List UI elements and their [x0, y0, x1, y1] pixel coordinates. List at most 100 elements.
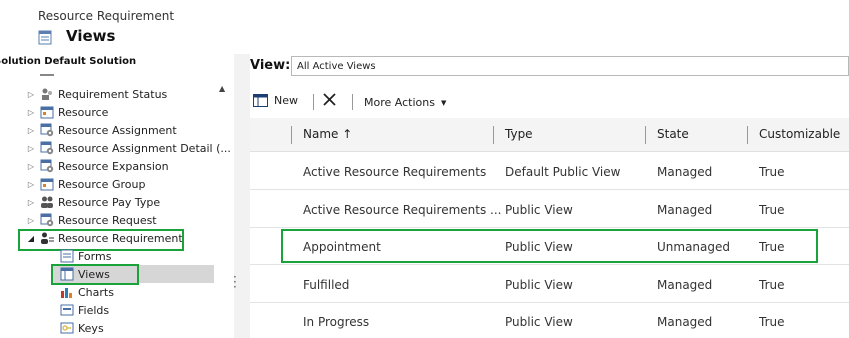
grid-header: Name ↑ Type State Customizable	[250, 118, 849, 152]
form-icon	[60, 249, 74, 263]
pane-splitter[interactable]	[234, 54, 250, 338]
tree-child-label: Keys	[78, 321, 104, 335]
table-row[interactable]: Active Resource Requirements ... Public V…	[250, 190, 849, 228]
tree-item-label: Resource Assignment	[58, 123, 177, 137]
chevron-down-icon: ▼	[440, 98, 447, 107]
view-label: View:	[250, 58, 291, 73]
column-header-name[interactable]: Name ↑	[303, 127, 352, 141]
entity-gear-icon	[40, 141, 54, 155]
cell-state: Managed	[657, 202, 713, 217]
collapsed-triangle-icon[interactable]: ▷	[26, 180, 36, 189]
key-icon	[60, 321, 74, 335]
tree-item-label: Resource	[58, 105, 109, 119]
cell-type: Public View	[505, 202, 573, 217]
collapsed-triangle-icon[interactable]: ▷	[26, 162, 36, 171]
column-separator[interactable]	[747, 126, 748, 144]
page-header: Resource Requirement Views	[0, 0, 849, 54]
collapsed-triangle-icon[interactable]: ▷	[26, 216, 36, 225]
tree-child-views[interactable]: Views	[60, 265, 110, 283]
cell-name[interactable]: Fulfilled	[303, 278, 349, 292]
tree-item-label: Resource Pay Type	[58, 195, 161, 209]
column-separator[interactable]	[493, 126, 494, 144]
more-actions-button[interactable]: More Actions ▼	[364, 96, 446, 109]
cell-state: Managed	[657, 165, 713, 179]
main-pane: View: All Active Views New More Actions …	[250, 54, 849, 338]
cell-customizable: True	[759, 315, 785, 329]
cell-customizable: True	[759, 165, 785, 179]
column-separator[interactable]	[291, 126, 292, 144]
splitter-grip-icon[interactable]: · · ·	[233, 271, 237, 293]
tree-item[interactable]: ▷ Resource Pay Type	[26, 193, 160, 211]
new-grid-icon	[253, 94, 268, 107]
tree-item-label: Resource Expansion	[58, 159, 169, 173]
views-grid-icon	[38, 30, 52, 45]
entity-icon	[40, 105, 54, 119]
tree-child-label: Fields	[78, 303, 110, 317]
highlight-box-appointment-row	[281, 229, 818, 263]
solution-title: Solution Default Solution	[0, 56, 137, 67]
cell-customizable: True	[759, 202, 785, 217]
view-selector[interactable]: All Active Views	[291, 56, 849, 76]
page-title: Views	[66, 27, 116, 45]
cell-type: Public View	[505, 277, 573, 292]
fields-icon	[60, 303, 74, 317]
cell-name[interactable]: Active Resource Requirements ...	[303, 203, 501, 217]
cell-type: Default Public View	[505, 165, 621, 179]
tree-item[interactable]: ▷ Requirement Status	[26, 85, 167, 103]
new-button[interactable]: New	[253, 94, 298, 107]
column-separator[interactable]	[645, 126, 646, 144]
tree-item[interactable]: ▷ Resource	[26, 103, 108, 121]
users-icon	[40, 195, 54, 209]
entity-icon	[40, 177, 54, 191]
collapsed-triangle-icon[interactable]: ▷	[26, 144, 36, 153]
table-row[interactable]: Active Resource Requirements Default Publ…	[250, 153, 849, 190]
tree-child-charts[interactable]: Charts	[60, 283, 114, 301]
toolbar-separator	[313, 94, 314, 110]
cell-state: Managed	[657, 315, 713, 329]
tree-item-label: Resource Assignment Detail (...	[58, 141, 231, 155]
table-row[interactable]: In Progress Public View Managed True	[250, 303, 849, 338]
tree-item[interactable]: ▷ Resource Assignment	[26, 121, 177, 139]
tree-child-label: Forms	[78, 249, 112, 263]
new-label: New	[274, 94, 298, 107]
tree-child-label: Charts	[78, 285, 114, 299]
collapsed-triangle-icon[interactable]: ▷	[26, 108, 36, 117]
scroll-up-arrow-icon[interactable]: ▲	[219, 84, 225, 93]
delete-x-icon	[323, 93, 336, 106]
entity-gear-icon	[40, 123, 54, 137]
tree-child-keys[interactable]: Keys	[60, 319, 104, 337]
cell-type: Public View	[505, 315, 573, 329]
toolbar: New More Actions ▼	[250, 90, 849, 114]
breadcrumb[interactable]: Resource Requirement	[38, 9, 174, 23]
cell-customizable: True	[759, 277, 785, 292]
toolbar-separator	[352, 94, 353, 110]
column-header-state[interactable]: State	[657, 127, 689, 141]
tree-item-label: Requirement Status	[58, 87, 168, 101]
tree-item-label: Resource Group	[58, 177, 146, 191]
tree-child-label: Views	[78, 267, 110, 281]
collapsed-triangle-icon[interactable]: ▷	[26, 126, 36, 135]
collapsed-triangle-icon[interactable]: ▷	[26, 198, 36, 207]
tree-item[interactable]: ▷ Resource Group	[26, 175, 145, 193]
collapsed-triangle-icon[interactable]: ▷	[26, 90, 36, 99]
bar-chart-icon	[60, 285, 74, 299]
column-header-type[interactable]: Type	[505, 127, 533, 141]
delete-button[interactable]	[323, 93, 336, 106]
tree-child-forms[interactable]: Forms	[60, 247, 111, 265]
table-row[interactable]: Fulfilled Public View Managed True	[250, 265, 849, 303]
cell-name[interactable]: Active Resource Requirements	[303, 165, 486, 179]
tree-item[interactable]: ▷ Resource Expansion	[26, 157, 169, 175]
cell-state: Managed	[657, 277, 713, 292]
tree-item[interactable]: ▷ Resource Assignment Detail (...	[26, 139, 231, 157]
more-actions-label: More Actions	[364, 96, 435, 109]
entity-gear-icon	[40, 213, 54, 227]
tree-child-fields[interactable]: Fields	[60, 301, 109, 319]
entity-gear-icon	[40, 159, 54, 173]
column-header-customizable[interactable]: Customizable	[759, 127, 840, 141]
cell-name[interactable]: In Progress	[303, 315, 369, 329]
status-users-icon	[40, 87, 54, 101]
views-grid-icon	[60, 267, 74, 281]
tree-item[interactable]: ▷ Resource Request	[26, 211, 157, 229]
partial-icon	[40, 74, 54, 76]
tree-item-label: Resource Request	[58, 213, 157, 227]
